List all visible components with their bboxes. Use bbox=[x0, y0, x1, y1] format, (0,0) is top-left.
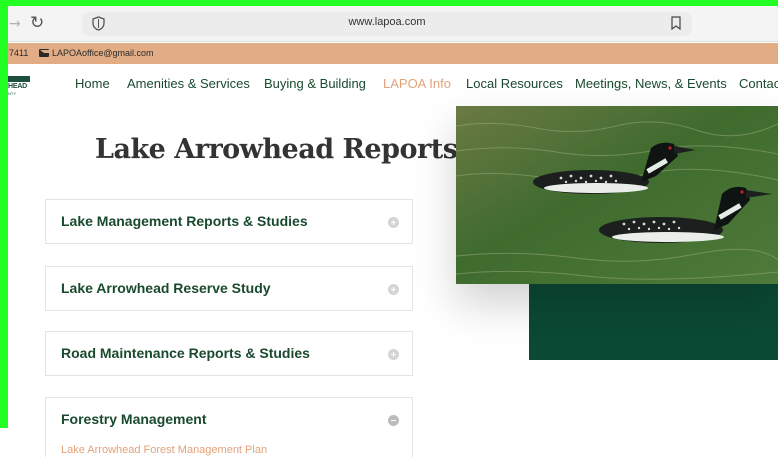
browser-toolbar: → ↻ www.lapoa.com bbox=[0, 6, 778, 42]
url-text: www.lapoa.com bbox=[348, 16, 426, 28]
accordion-title: Lake Management Reports & Studies bbox=[61, 213, 308, 229]
bookmark-icon[interactable] bbox=[671, 16, 681, 30]
nav-item-lapoa-info[interactable]: LAPOA Info bbox=[383, 76, 451, 91]
logo-text: HEAD bbox=[8, 83, 28, 90]
mail-icon bbox=[39, 49, 56, 57]
accordion-title: Forestry Management bbox=[61, 411, 207, 427]
main-nav: HEAD NTY Home Amenities & Services Buyin… bbox=[0, 64, 778, 106]
arrow-left-icon[interactable]: → bbox=[9, 16, 21, 32]
logo-trees-icon bbox=[8, 76, 30, 82]
nav-item-home[interactable]: Home bbox=[75, 76, 110, 91]
green-accent-panel bbox=[529, 280, 778, 360]
logo-subtext: NTY bbox=[8, 91, 16, 96]
contact-strip: 7411 LAPOAoffice@gmail.com bbox=[0, 43, 778, 64]
accordion-reserve-study[interactable]: Lake Arrowhead Reserve Study bbox=[45, 266, 413, 311]
minus-circle-icon[interactable] bbox=[388, 415, 399, 426]
outline-frame-left bbox=[0, 0, 8, 428]
address-bar[interactable]: www.lapoa.com bbox=[82, 12, 692, 36]
accordion-title: Lake Arrowhead Reserve Study bbox=[61, 280, 271, 296]
loons-illustration-icon bbox=[456, 106, 778, 284]
loons-photo bbox=[456, 106, 778, 284]
nav-item-amenities[interactable]: Amenities & Services bbox=[127, 76, 250, 91]
accordion-road-maintenance[interactable]: Road Maintenance Reports & Studies bbox=[45, 331, 413, 376]
page-title: Lake Arrowhead Reports bbox=[95, 134, 458, 165]
email-link[interactable]: LAPOAoffice@gmail.com bbox=[52, 48, 154, 58]
plus-circle-icon[interactable] bbox=[388, 217, 399, 228]
reload-icon[interactable]: ↻ bbox=[30, 13, 44, 33]
nav-item-local-resources[interactable]: Local Resources bbox=[466, 76, 563, 91]
nav-item-meetings[interactable]: Meetings, News, & Events bbox=[575, 76, 727, 91]
nav-item-buying-building[interactable]: Buying & Building bbox=[264, 76, 366, 91]
outline-frame-top bbox=[0, 0, 778, 6]
site-logo[interactable]: HEAD NTY bbox=[8, 76, 30, 96]
plus-circle-icon[interactable] bbox=[388, 284, 399, 295]
accordion-forestry-management[interactable]: Forestry Management Lake Arrowhead Fores… bbox=[45, 397, 413, 457]
accordion-title: Road Maintenance Reports & Studies bbox=[61, 345, 310, 361]
plus-circle-icon[interactable] bbox=[388, 349, 399, 360]
forest-management-plan-link[interactable]: Lake Arrowhead Forest Management Plan bbox=[61, 444, 267, 456]
phone-number[interactable]: 7411 bbox=[9, 48, 28, 58]
accordion-lake-management[interactable]: Lake Management Reports & Studies bbox=[45, 199, 413, 244]
nav-item-contact[interactable]: Contac bbox=[739, 76, 778, 91]
